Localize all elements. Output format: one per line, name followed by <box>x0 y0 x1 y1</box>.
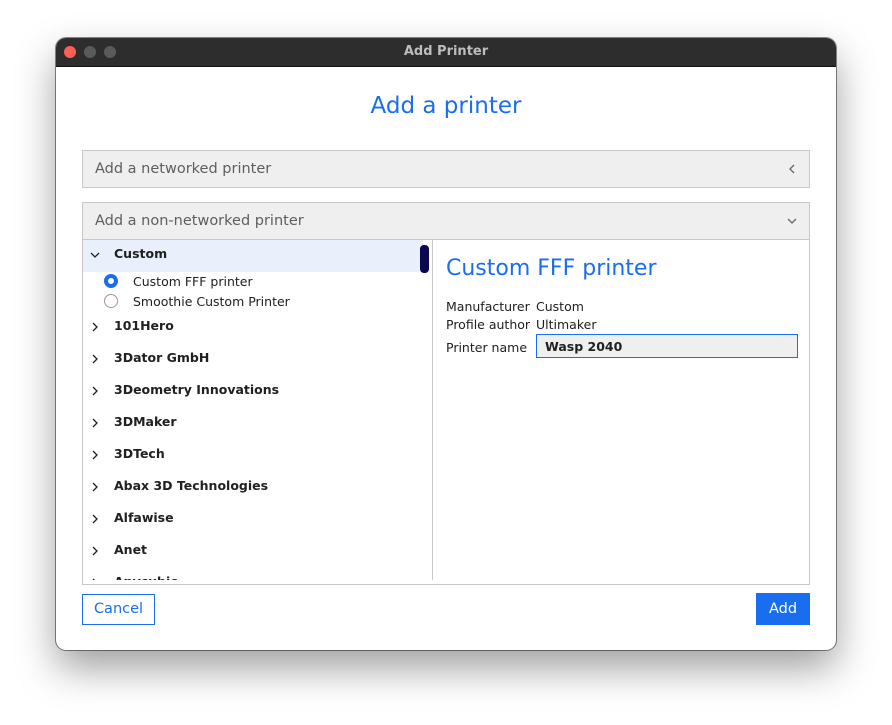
tree-group-label: 3DTech <box>114 446 165 461</box>
add-button[interactable]: Add <box>756 593 810 625</box>
chevron-right-icon <box>92 578 95 580</box>
chevron-right-icon <box>92 354 98 364</box>
chevron-right-icon <box>92 514 98 524</box>
printer-option-smoothie[interactable]: Smoothie Custom Printer <box>83 292 423 312</box>
tree-group-label: Anet <box>114 542 148 557</box>
chevron-right-icon <box>92 450 98 460</box>
tree-group-label: 3Deometry Innovations <box>114 382 280 397</box>
tree-group-label: 3DMaker <box>114 414 177 429</box>
tree-group-3dmaker[interactable]: 3DMaker <box>83 408 423 440</box>
tree-group-label: Abax 3D Technologies <box>114 478 269 493</box>
dialog-heading: Add a printer <box>370 93 522 119</box>
printer-detail-title: Custom FFF printer <box>446 256 657 281</box>
chevron-down-icon <box>787 218 797 224</box>
manufacturer-value: Custom <box>536 299 584 314</box>
add-printer-window: Add Printer Add a printer Add a networke… <box>56 38 836 650</box>
tree-group-label: 101Hero <box>114 318 174 333</box>
profile-author-label: Profile author <box>446 317 531 332</box>
tree-group-3dtech[interactable]: 3DTech <box>83 440 423 472</box>
non-networked-printer-section[interactable]: Add a non-networked printer <box>82 202 810 240</box>
non-networked-section-label: Add a non-networked printer <box>95 213 304 229</box>
cancel-button[interactable]: Cancel <box>82 594 155 625</box>
manufacturer-label: Manufacturer <box>446 299 530 314</box>
tree-group-custom[interactable]: Custom <box>83 240 423 272</box>
printer-option-custom-fff[interactable]: Custom FFF printer <box>83 272 423 292</box>
tree-group-101hero[interactable]: 101Hero <box>83 312 423 344</box>
tree-group-alfawise[interactable]: Alfawise <box>83 504 423 536</box>
printer-name-label: Printer name <box>446 340 528 355</box>
panel-divider <box>432 240 433 580</box>
networked-printer-section[interactable]: Add a networked printer <box>82 150 810 188</box>
tree-group-abax[interactable]: Abax 3D Technologies <box>83 472 423 504</box>
chevron-right-icon <box>92 418 98 428</box>
tree-group-anycubic[interactable]: Anycubic <box>83 568 423 580</box>
chevron-right-icon <box>92 322 98 332</box>
printer-tree[interactable]: Custom Custom FFF printer Smoothie Custo… <box>83 240 431 580</box>
networked-section-label: Add a networked printer <box>95 161 272 177</box>
tree-group-label: Alfawise <box>114 510 174 525</box>
chevron-right-icon <box>92 482 98 492</box>
profile-author-value: Ultimaker <box>536 317 597 332</box>
title-bar[interactable]: Add Printer <box>56 38 836 67</box>
tree-group-label: Custom <box>114 246 168 261</box>
radio-checked-icon[interactable] <box>104 274 118 288</box>
tree-scrollbar[interactable] <box>420 245 429 273</box>
printer-name-input[interactable] <box>536 334 798 358</box>
chevron-left-icon <box>789 164 795 174</box>
window-title: Add Printer <box>403 44 489 59</box>
tree-group-anet[interactable]: Anet <box>83 536 423 568</box>
printer-option-label: Smoothie Custom Printer <box>133 294 290 309</box>
chevron-right-icon <box>92 546 98 556</box>
tree-group-label: Anycubic <box>114 568 178 580</box>
chevron-down-icon <box>90 252 100 258</box>
printer-option-label: Custom FFF printer <box>133 274 253 289</box>
radio-unchecked-icon[interactable] <box>104 294 118 308</box>
chevron-right-icon <box>92 386 98 396</box>
tree-group-3deometry[interactable]: 3Deometry Innovations <box>83 376 423 408</box>
non-networked-panel: Custom Custom FFF printer Smoothie Custo… <box>82 240 810 585</box>
tree-group-3dator[interactable]: 3Dator GmbH <box>83 344 423 376</box>
tree-group-label: 3Dator GmbH <box>114 350 210 365</box>
